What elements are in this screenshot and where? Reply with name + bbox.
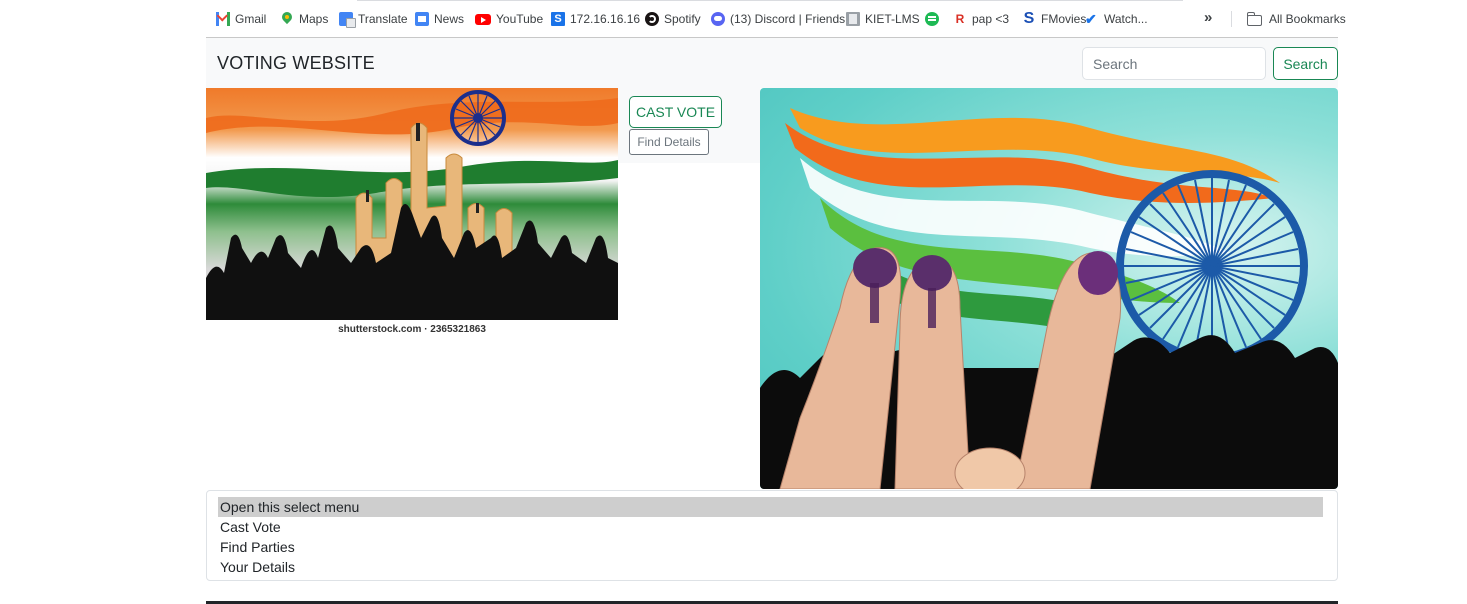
bookmark-youtube[interactable]: YouTube (475, 10, 543, 28)
bookmarks-separator (1231, 11, 1232, 27)
navbar: VOTING WEBSITE Search (206, 38, 1338, 88)
bookmark-spotify[interactable]: Spotify (645, 10, 701, 28)
bookmark-label: FMovies (1041, 12, 1087, 26)
bookmark-label: Gmail (235, 12, 267, 26)
bookmark-pap[interactable]: R pap <3 (953, 10, 1009, 28)
translate-icon (339, 12, 356, 28)
inked-fingers-art (760, 108, 1338, 489)
bookmark-discord[interactable]: (13) Discord | Friends (711, 10, 845, 28)
bookmark-fmovies[interactable]: S FMovies (1022, 10, 1087, 28)
voting-select-menu[interactable]: Open this select menu Cast Vote Find Par… (206, 490, 1338, 581)
select-option[interactable]: Cast Vote (218, 517, 1323, 537)
all-bookmarks-label: All Bookmarks (1269, 12, 1346, 26)
bookmark-maps[interactable]: Maps (280, 10, 328, 28)
image-credit: shutterstock.com · 2365321863 (338, 324, 486, 335)
find-details-button[interactable]: Find Details (629, 129, 709, 155)
all-bookmarks-button[interactable]: All Bookmarks (1246, 10, 1346, 28)
bookmark-label: (13) Discord | Friends (730, 12, 846, 26)
check-icon: ✔ (1085, 11, 1097, 27)
kiet-icon (846, 12, 860, 26)
bookmark-label: Maps (299, 12, 329, 26)
voting-illustration-image (206, 88, 618, 320)
bookmarks-overflow-icon[interactable]: » (1204, 9, 1212, 26)
select-option[interactable]: Open this select menu (218, 497, 1323, 517)
bookmark-translate[interactable]: Translate (339, 10, 408, 28)
gmail-icon (216, 12, 230, 26)
bookmark-news[interactable]: News (415, 10, 464, 28)
bookmark-label: YouTube (496, 12, 544, 26)
news-icon (415, 12, 429, 26)
maps-icon (280, 12, 294, 26)
bookmark-label: News (434, 12, 465, 26)
fmovies-icon: S (1023, 10, 1035, 27)
search-input[interactable] (1082, 47, 1266, 80)
select-option[interactable]: Your Details (218, 557, 1323, 577)
voting-illustration-art (206, 90, 618, 320)
bookmark-kiet-lms[interactable]: KIET-LMS (846, 10, 920, 28)
inked-fingers-image (760, 88, 1338, 489)
bookmark-spotify-green[interactable] (925, 10, 944, 28)
youtube-icon (475, 13, 491, 25)
bookmark-watch[interactable]: ✔ Watch... (1085, 10, 1148, 28)
spotify-green-icon (925, 12, 939, 26)
s-icon: S (551, 12, 565, 26)
bookmark-label: Spotify (664, 12, 701, 26)
bookmark-ip[interactable]: S 172.16.16.16 (551, 10, 640, 28)
search-button[interactable]: Search (1273, 47, 1338, 80)
bookmark-label: Watch... (1104, 12, 1148, 26)
select-option[interactable]: Find Parties (218, 537, 1323, 557)
discord-icon (711, 12, 725, 26)
brand-title[interactable]: VOTING WEBSITE (217, 53, 375, 74)
bookmark-gmail[interactable]: Gmail (216, 10, 266, 28)
bookmark-label: 172.16.16.16 (570, 12, 641, 26)
cast-vote-button[interactable]: CAST VOTE (629, 96, 722, 128)
bookmark-label: pap <3 (972, 12, 1010, 26)
bookmark-label: KIET-LMS (865, 12, 920, 26)
bookmarks-bar: Gmail Maps Translate News YouTube S 172.… (0, 0, 1467, 37)
tab-strip-edge (357, 0, 1183, 1)
spotify-icon (645, 12, 659, 26)
bookmark-label: Translate (358, 12, 408, 26)
folder-icon (1246, 11, 1262, 26)
pap-icon: R (955, 12, 965, 26)
